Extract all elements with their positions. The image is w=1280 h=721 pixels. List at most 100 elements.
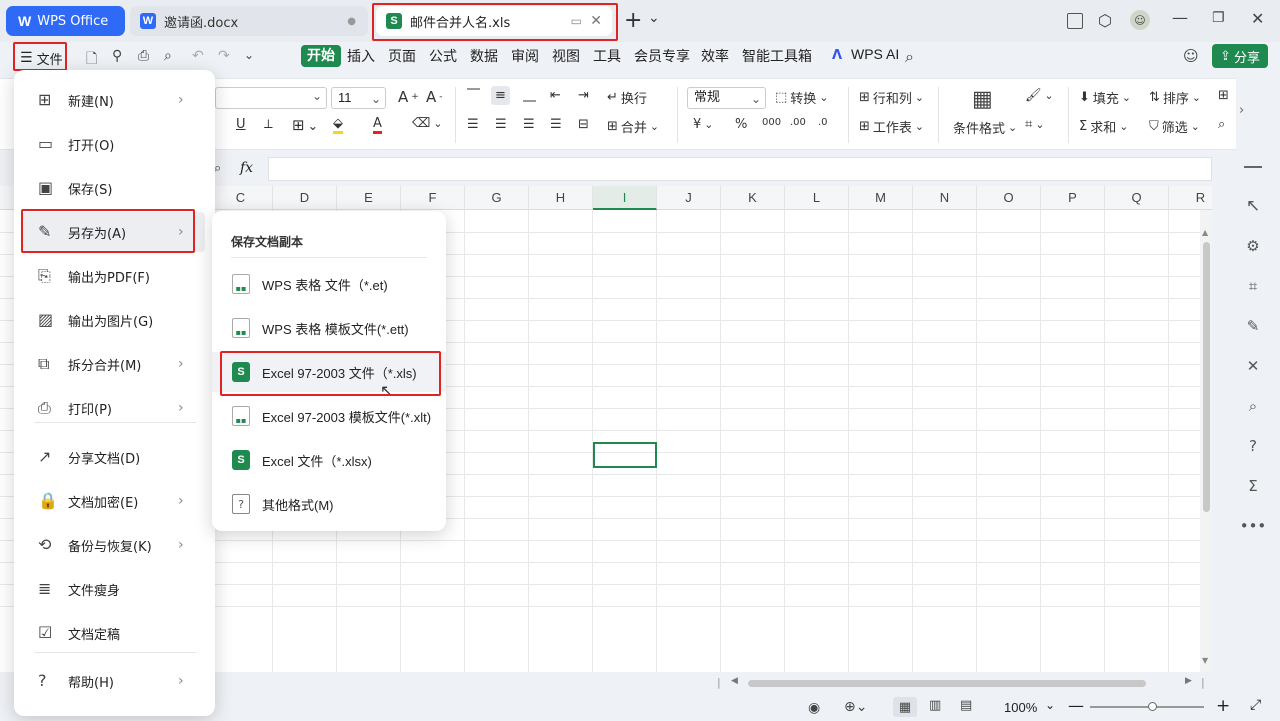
layout-toggle-icon[interactable] [1067,13,1083,29]
undo-icon[interactable]: ↶ [192,48,204,64]
indent-increase-icon[interactable]: ⇥ [578,88,589,103]
column-header[interactable]: H [529,186,593,210]
font-size-select[interactable]: 11 ⌄ [331,87,386,109]
tab-view[interactable]: 视图 [552,46,580,66]
help-icon[interactable]: ? [1241,434,1265,458]
file-menu-item[interactable]: ⎘ 输出为PDF(F) [14,256,215,296]
collapse-icon[interactable] [1244,166,1262,168]
ribbon-scroll-right-icon[interactable]: › [1239,103,1244,118]
align-center-icon[interactable]: ☰ [495,117,507,132]
format-painter-icon[interactable]: ⚲ [112,48,122,64]
align-right-icon[interactable]: ☰ [523,117,535,132]
column-header[interactable]: M [849,186,913,210]
merge-cells-button[interactable]: ⊞ 合并 ⌄ [607,117,659,136]
zoom-level[interactable]: 100% [1004,700,1037,715]
file-menu-item[interactable]: 🔒 文档加密(E) › [14,481,215,521]
column-header[interactable]: D [273,186,337,210]
worksheet-button[interactable]: ⊞ 工作表 ⌄ [859,117,924,136]
window-close-icon[interactable]: ✕ [1251,9,1264,28]
tab-wps-ai[interactable]: WPS AI [851,46,899,62]
file-menu-item[interactable]: ✎ 另存为(A) › [22,212,205,252]
file-menu-item[interactable]: ⟲ 备份与恢复(K) › [14,525,215,565]
horizontal-scroll-thumb[interactable] [748,680,1146,687]
thousands-icon[interactable]: 000 [762,117,781,128]
sort-button[interactable]: ⇅ 排序 ⌄ [1149,88,1201,107]
column-header[interactable]: L [785,186,849,210]
file-menu-item[interactable]: ☑ 文档定稿 [14,613,215,653]
scroll-right-icon[interactable]: ▶ [1185,676,1192,686]
align-bottom-icon[interactable]: ⎽ [523,88,536,103]
book-search-icon[interactable]: ⌕ [1241,394,1265,418]
column-header[interactable]: I [593,186,657,210]
scroll-left-icon[interactable]: ◀ [731,676,738,686]
percent-button[interactable]: % [735,117,747,132]
tools-icon[interactable]: ✕ [1241,354,1265,378]
align-left-icon[interactable]: ☰ [467,117,479,132]
save-format-item[interactable]: ▪▪ WPS 表格 文件（*.et) [212,264,446,304]
zoom-slider-thumb[interactable] [1148,702,1157,711]
chat-icon[interactable]: ☺ [1183,47,1199,65]
column-header[interactable]: F [401,186,465,210]
font-name-select[interactable]: ⌄ [215,87,327,109]
save-format-item[interactable]: S Excel 文件（*.xlsx) [212,440,446,480]
filter-button[interactable]: ⛉ 筛选 ⌄ [1149,117,1200,136]
tab-mail-merge-xls[interactable]: S 邮件合并人名.xls ▭ ✕ [376,6,612,36]
share-button[interactable]: ⇪ 分享 [1212,44,1268,68]
file-menu-item[interactable]: ⊞ 新建(N) › [14,80,215,120]
column-header[interactable]: K [721,186,785,210]
window-float-icon[interactable]: ▭ [571,14,582,28]
column-header[interactable]: R [1169,186,1212,210]
fill-button[interactable]: ⬇ 填充 ⌄ [1079,88,1131,107]
currency-button[interactable]: ¥ ⌄ [693,117,713,132]
font-shrink-icon[interactable]: A- [426,88,443,106]
save-format-item[interactable]: S Excel 97-2003 文件（*.xls) [212,352,446,392]
tab-page[interactable]: 页面 [388,46,416,66]
more-icon[interactable]: ••• [1240,514,1267,538]
cell-border-icon[interactable]: ⌗ ⌄ [1025,117,1044,132]
conditional-format-icon[interactable]: ▦ [972,87,993,112]
minimize-icon[interactable]: — [1172,8,1188,27]
column-header[interactable]: N [913,186,977,210]
strikethrough-icon[interactable]: ⟂ [264,117,273,132]
scroll-thumb[interactable] [1203,242,1210,512]
save-format-item[interactable]: ? 其他格式(M) [212,484,446,524]
column-header[interactable]: J [657,186,721,210]
eraser-icon[interactable]: ⌫ ⌄ [412,116,442,131]
tab-home[interactable]: 开始 [301,45,341,67]
rows-columns-button[interactable]: ⊞ 行和列 ⌄ [859,88,924,107]
distribute-icon[interactable]: ⊟ [578,117,589,132]
zoom-icon[interactable]: ⌕ [214,161,221,176]
tab-data[interactable]: 数据 [470,46,498,66]
scroll-up-icon[interactable]: ▲ [1202,228,1208,237]
normal-view-icon[interactable]: ▦ [893,697,917,717]
fx-icon[interactable]: fx [240,160,253,176]
tab-invitation-docx[interactable]: W 邀请函.docx ● [130,6,368,36]
wrap-text-button[interactable]: ↵ 换行 [607,88,647,107]
tab-member[interactable]: 会员专享 [634,46,690,66]
tab-smart-toolbox[interactable]: 智能工具箱 [742,46,812,66]
cursor-select-icon[interactable]: ↖ [1241,194,1265,218]
chevron-down-icon[interactable]: ⌄ [648,10,660,26]
conditional-format-button[interactable]: 条件格式 ⌄ [953,118,1017,137]
align-top-icon[interactable]: ⎺ [467,88,480,103]
formula-input[interactable] [268,157,1212,181]
column-header[interactable]: E [337,186,401,210]
tab-review[interactable]: 审阅 [511,46,539,66]
tab-insert[interactable]: 插入 [347,46,375,66]
save-icon[interactable]: 🗋 [86,48,97,72]
font-color-icon[interactable]: A [373,116,382,134]
search-icon[interactable]: ⌕ [905,47,914,67]
indent-decrease-icon[interactable]: ⇤ [550,88,561,103]
cube-icon[interactable]: ⬡ [1098,11,1112,30]
tab-efficiency[interactable]: 效率 [701,46,729,66]
column-header[interactable]: G [465,186,529,210]
align-middle-icon[interactable]: ≡ [491,86,510,105]
chevron-down-icon[interactable]: ⌄ [244,48,254,62]
crop-icon[interactable]: ⌗ [1241,274,1265,298]
sum-button[interactable]: Σ 求和 ⌄ [1079,117,1128,136]
zoom-in-icon[interactable]: + [1216,696,1230,716]
column-header[interactable]: Q [1105,186,1169,210]
print-icon[interactable]: ⎙ [138,48,149,64]
fill-color-icon[interactable]: ⬙ [333,116,343,134]
view-options-icon[interactable]: ⊕⌄ [844,699,867,715]
